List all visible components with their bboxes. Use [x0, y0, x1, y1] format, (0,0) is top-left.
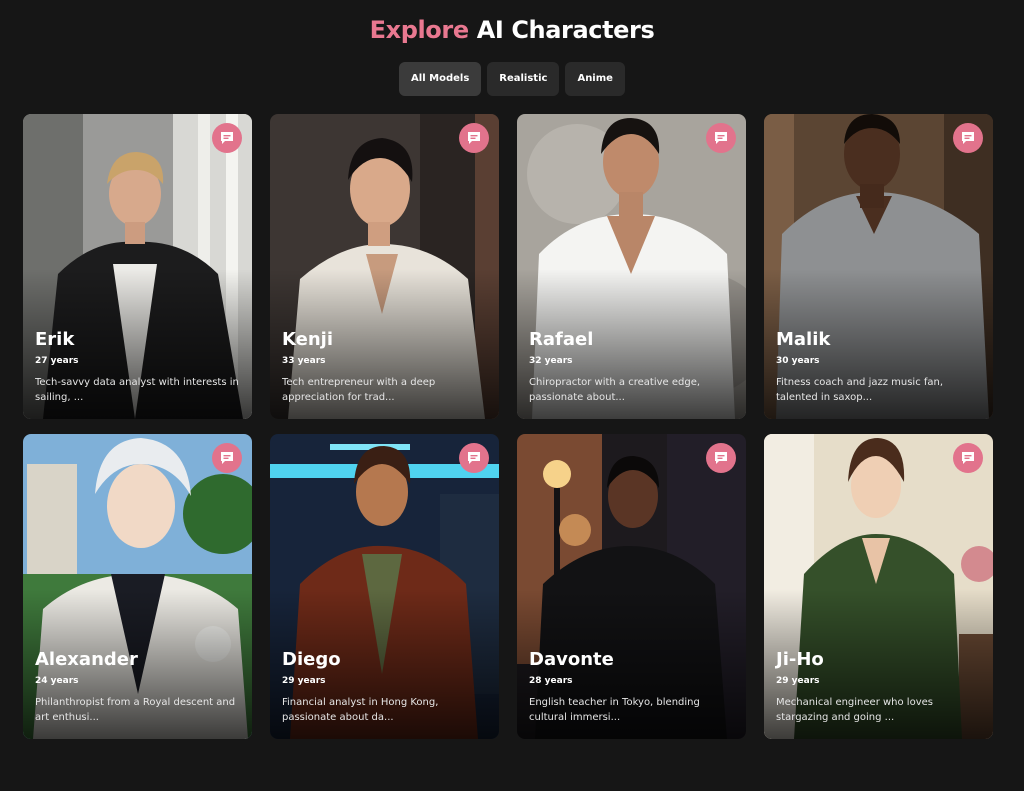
- card-info: Alexander 24 years Philanthropist from a…: [35, 649, 242, 725]
- filter-realistic-button[interactable]: Realistic: [487, 62, 560, 96]
- character-name: Ji-Ho: [776, 649, 824, 670]
- character-description: Tech-savvy data analyst with interests i…: [35, 377, 239, 403]
- character-grid: Erik 27 years Tech-savvy data analyst wi…: [23, 114, 995, 739]
- chat-bubble-icon: [468, 452, 480, 464]
- chat-button[interactable]: [459, 123, 489, 153]
- chat-button[interactable]: [953, 443, 983, 473]
- explore-page: Explore AI Characters All Models Realist…: [0, 0, 1024, 791]
- character-name: Kenji: [282, 329, 333, 350]
- character-age: 29 years: [776, 676, 820, 686]
- character-card-diego[interactable]: Diego 29 years Financial analyst in Hong…: [270, 434, 499, 739]
- character-name: Malik: [776, 329, 831, 350]
- chat-bubble-icon: [715, 132, 727, 144]
- card-info: Davonte 28 years English teacher in Toky…: [529, 649, 736, 725]
- character-description: English teacher in Tokyo, blending cultu…: [529, 697, 700, 723]
- character-card-erik[interactable]: Erik 27 years Tech-savvy data analyst wi…: [23, 114, 252, 419]
- page-title: Explore AI Characters: [0, 16, 1024, 44]
- character-age: 33 years: [282, 356, 326, 366]
- filter-anime-button[interactable]: Anime: [565, 62, 625, 96]
- filter-tabs: All Models Realistic Anime: [0, 62, 1024, 96]
- card-info: Diego 29 years Financial analyst in Hong…: [282, 649, 489, 725]
- character-description: Mechanical engineer who loves stargazing…: [776, 697, 933, 723]
- card-info: Malik 30 years Fitness coach and jazz mu…: [776, 329, 983, 405]
- character-age: 24 years: [35, 676, 79, 686]
- character-name: Rafael: [529, 329, 594, 350]
- character-name: Erik: [35, 329, 75, 350]
- chat-bubble-icon: [468, 132, 480, 144]
- card-info: Rafael 32 years Chiropractor with a crea…: [529, 329, 736, 405]
- character-description: Chiropractor with a creative edge, passi…: [529, 377, 701, 403]
- character-age: 29 years: [282, 676, 326, 686]
- card-info: Erik 27 years Tech-savvy data analyst wi…: [35, 329, 242, 405]
- chat-button[interactable]: [212, 123, 242, 153]
- character-card-malik[interactable]: Malik 30 years Fitness coach and jazz mu…: [764, 114, 993, 419]
- character-age: 32 years: [529, 356, 573, 366]
- character-card-davonte[interactable]: Davonte 28 years English teacher in Toky…: [517, 434, 746, 739]
- character-card-alexander[interactable]: Alexander 24 years Philanthropist from a…: [23, 434, 252, 739]
- character-description: Financial analyst in Hong Kong, passiona…: [282, 697, 439, 723]
- chat-button[interactable]: [706, 123, 736, 153]
- chat-button[interactable]: [459, 443, 489, 473]
- chat-button[interactable]: [953, 123, 983, 153]
- character-description: Fitness coach and jazz music fan, talent…: [776, 377, 944, 403]
- chat-bubble-icon: [221, 132, 233, 144]
- character-card-kenji[interactable]: Kenji 33 years Tech entrepreneur with a …: [270, 114, 499, 419]
- character-name: Diego: [282, 649, 341, 670]
- card-info: Kenji 33 years Tech entrepreneur with a …: [282, 329, 489, 405]
- character-card-ji-ho[interactable]: Ji-Ho 29 years Mechanical engineer who l…: [764, 434, 993, 739]
- character-name: Alexander: [35, 649, 138, 670]
- chat-button[interactable]: [212, 443, 242, 473]
- title-rest: AI Characters: [476, 16, 655, 44]
- character-name: Davonte: [529, 649, 614, 670]
- card-info: Ji-Ho 29 years Mechanical engineer who l…: [776, 649, 983, 725]
- character-age: 28 years: [529, 676, 573, 686]
- chat-button[interactable]: [706, 443, 736, 473]
- character-age: 30 years: [776, 356, 820, 366]
- character-age: 27 years: [35, 356, 79, 366]
- title-accent: Explore: [369, 16, 469, 44]
- character-description: Tech entrepreneur with a deep appreciati…: [282, 377, 436, 403]
- chat-bubble-icon: [962, 132, 974, 144]
- filter-all-models-button[interactable]: All Models: [399, 62, 482, 96]
- chat-bubble-icon: [221, 452, 233, 464]
- chat-bubble-icon: [715, 452, 727, 464]
- character-description: Philanthropist from a Royal descent and …: [35, 697, 236, 723]
- character-card-rafael[interactable]: Rafael 32 years Chiropractor with a crea…: [517, 114, 746, 419]
- chat-bubble-icon: [962, 452, 974, 464]
